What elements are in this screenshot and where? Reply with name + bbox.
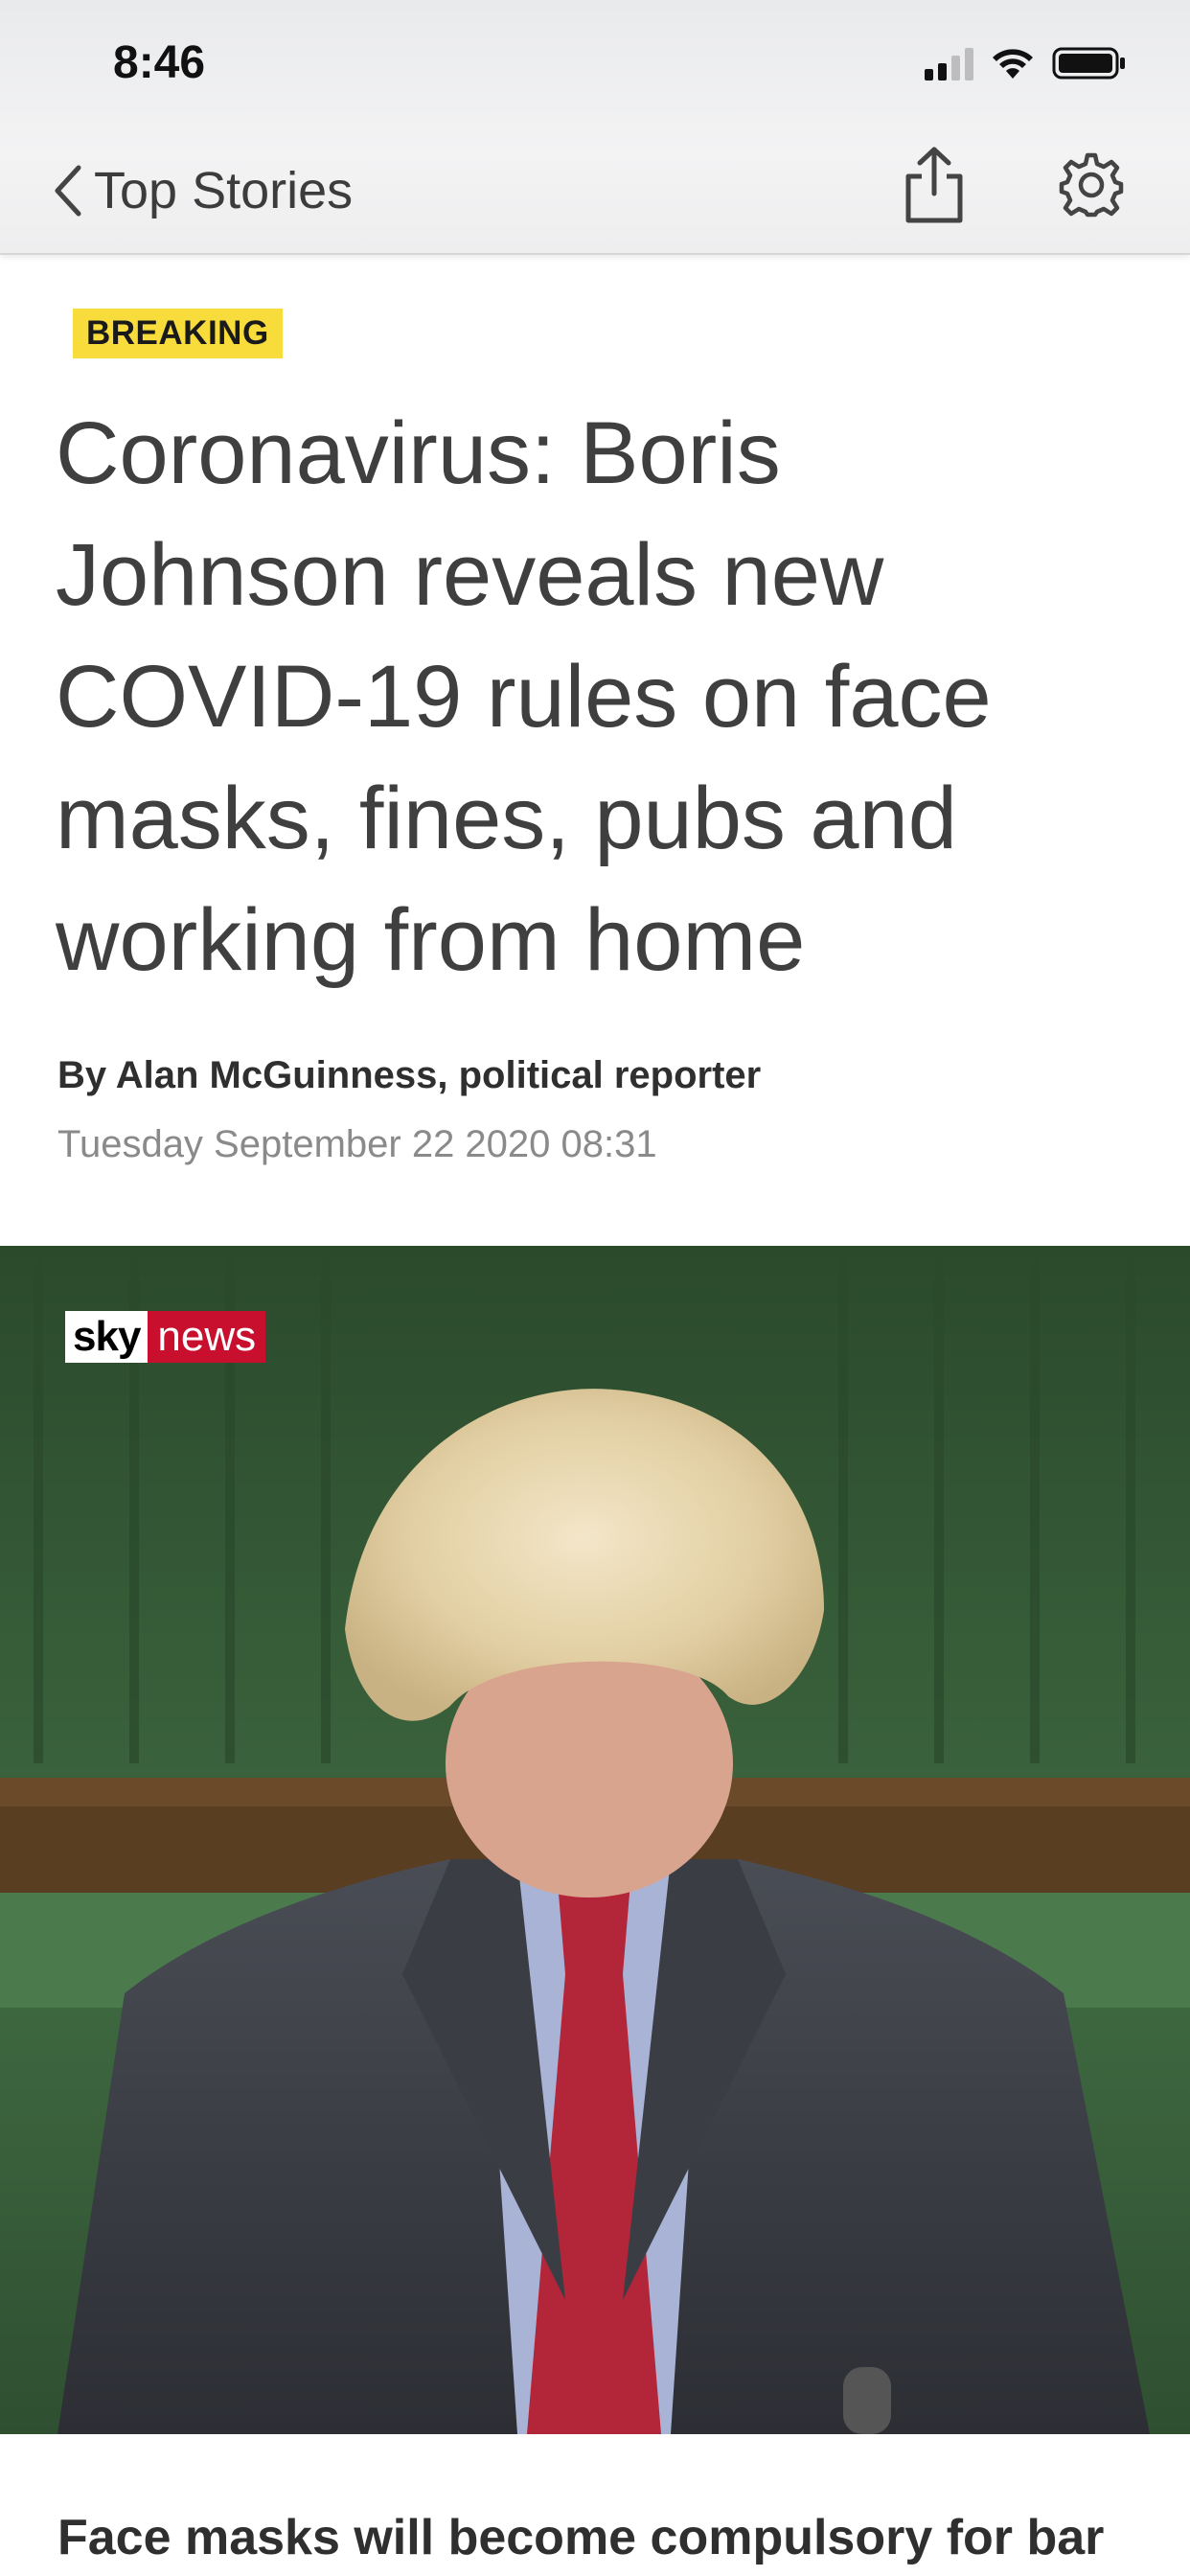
chevron-left-icon [55, 165, 81, 217]
article-lead-paragraph: Face masks will become compulsory for ba… [57, 2510, 1105, 2565]
article-headline: Coronavirus: Boris Johnson reveals new C… [56, 404, 992, 989]
hero-image[interactable]: sky news [0, 1246, 1190, 2434]
status-icons [925, 42, 1127, 84]
battery-icon [1052, 47, 1125, 80]
sky-logo-text: sky [65, 1311, 149, 1363]
back-button[interactable]: Top Stories [52, 161, 353, 220]
article-date: Tuesday September 22 2020 08:31 [57, 1123, 657, 1165]
breaking-badge: BREAKING [73, 309, 283, 358]
wifi-icon [993, 49, 1033, 79]
back-label: Top Stories [94, 162, 354, 219]
status-time: 8:46 [113, 37, 206, 88]
top-bar: 8:46 Top Stories [0, 0, 1190, 255]
cellular-signal-icon [925, 46, 973, 80]
sky-news-logo: sky news [65, 1311, 266, 1363]
nav-row: Top Stories [0, 144, 1190, 240]
news-logo-text: news [148, 1311, 266, 1363]
commons-scene-image [0, 1246, 1190, 2434]
share-icon[interactable] [901, 144, 968, 224]
article-byline: By Alan McGuinness, political reporter [57, 1054, 762, 1096]
gear-icon[interactable] [1058, 151, 1125, 218]
